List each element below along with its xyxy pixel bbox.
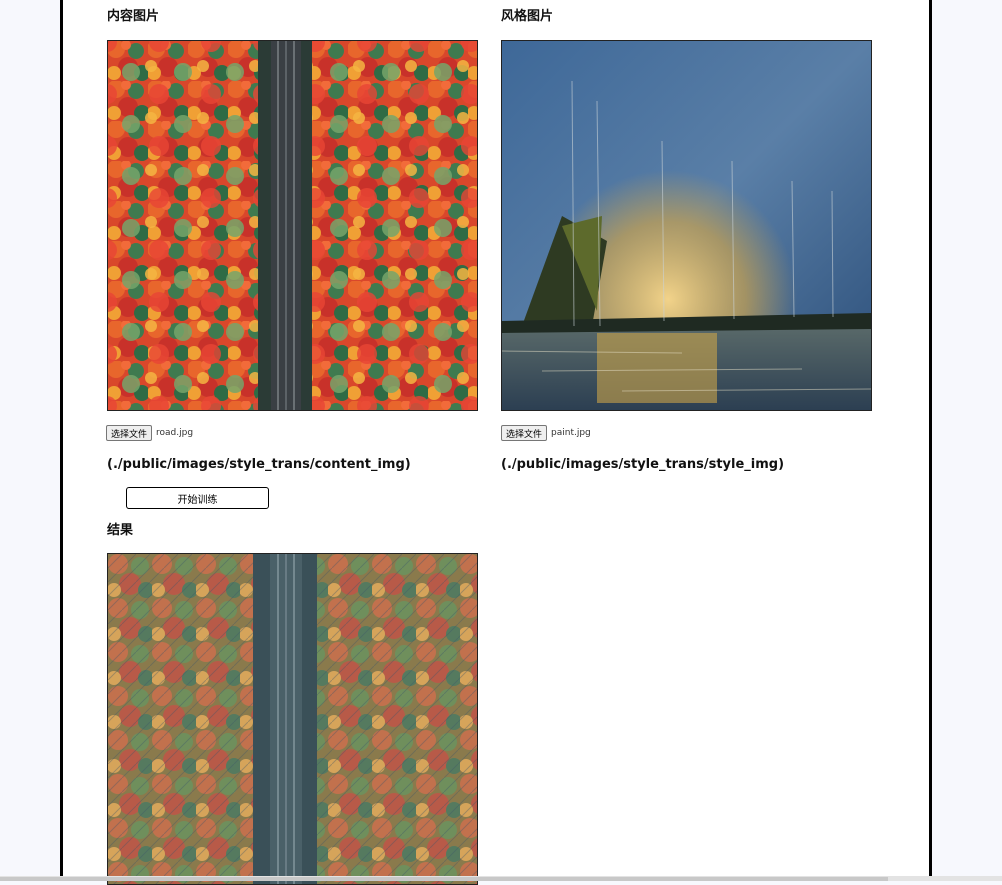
style-choose-file-button[interactable]: 选择文件 [501,425,548,441]
content-image [107,40,478,411]
horizontal-scrollbar-thumb[interactable] [0,877,888,881]
result-image [107,553,478,885]
style-image [501,40,872,411]
content-file-name: road.jpg [156,428,194,438]
content-image-heading: 内容图片 [107,9,160,24]
style-path: (./public/images/style_trans/style_img) [501,457,785,472]
content-file-picker: 选择文件 road.jpg [106,425,193,441]
content-choose-file-button[interactable]: 选择文件 [106,425,153,441]
content-path: (./public/images/style_trans/content_img… [107,457,411,472]
start-training-button[interactable]: 开始训练 [126,487,269,509]
style-file-name: paint.jpg [551,428,591,438]
style-image-heading: 风格图片 [501,9,554,24]
style-file-picker: 选择文件 paint.jpg [501,425,591,441]
result-heading: 结果 [107,523,134,538]
